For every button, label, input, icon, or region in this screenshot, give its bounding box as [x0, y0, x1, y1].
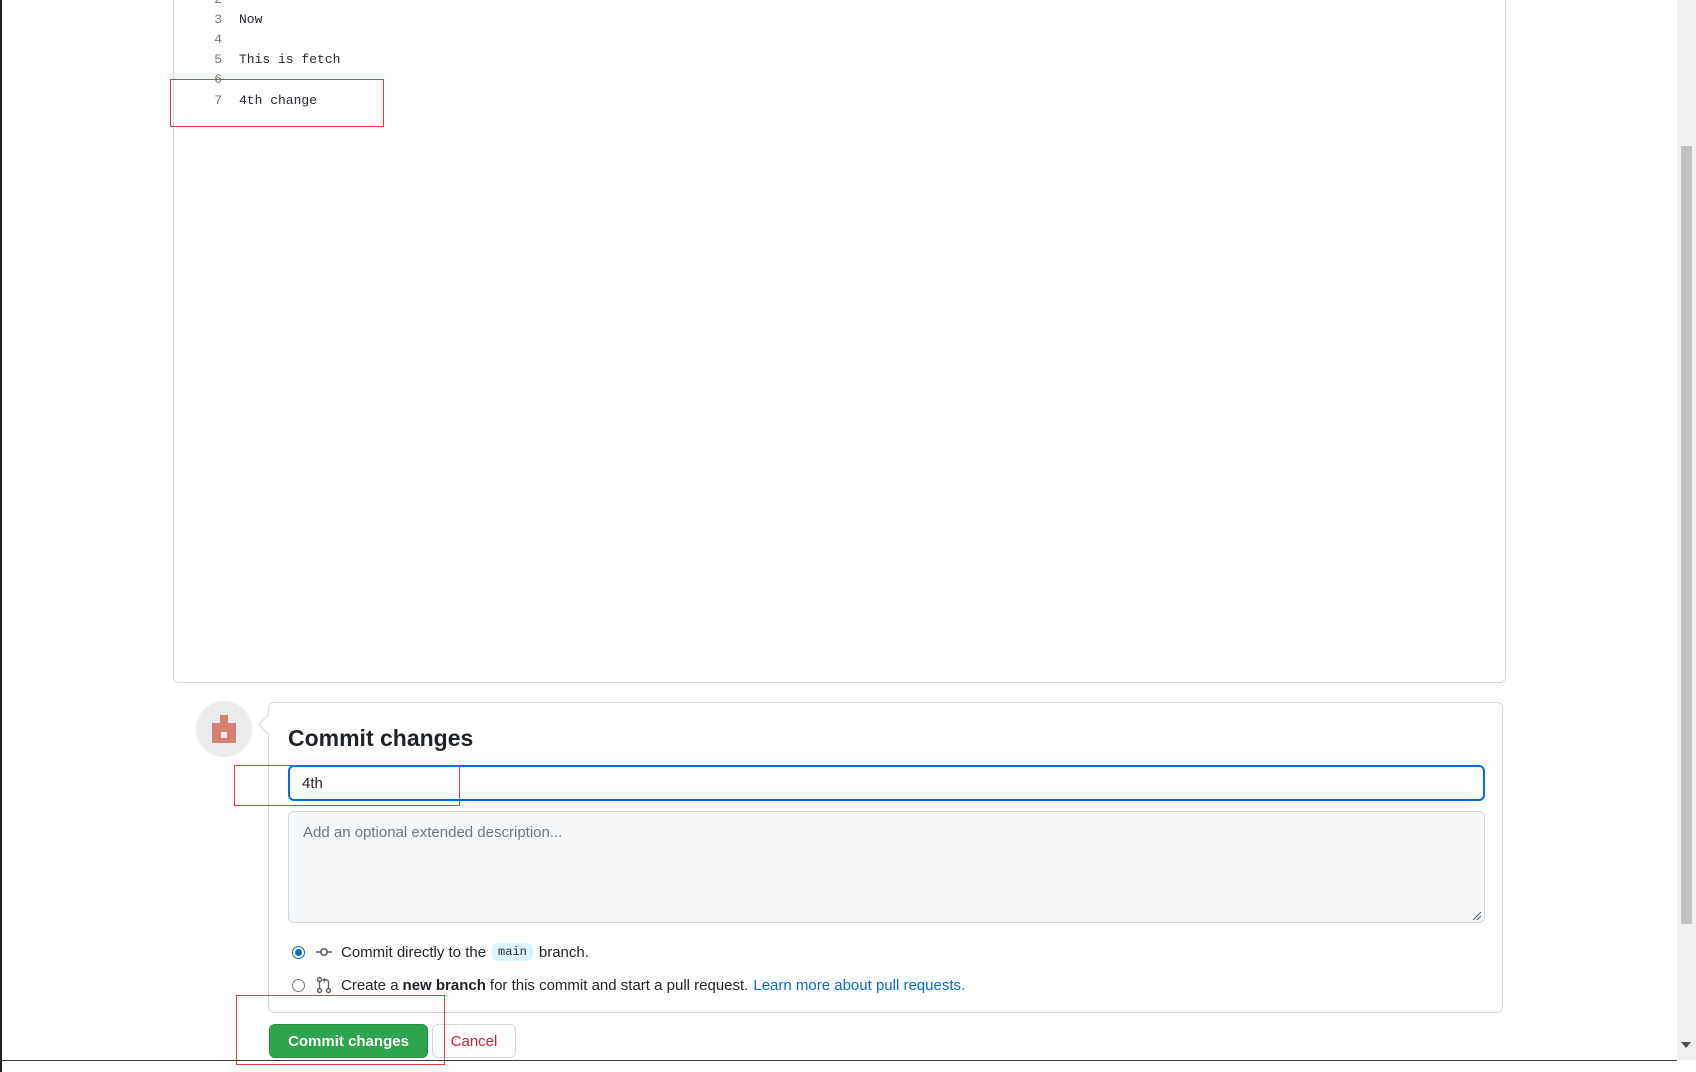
- commit-changes-button[interactable]: Commit changes: [269, 1024, 428, 1058]
- commit-panel: Commit changes Commit directly to the ma…: [268, 702, 1503, 1013]
- line-number: 7: [214, 93, 222, 108]
- code-line: 4: [174, 30, 1505, 50]
- new-branch-option[interactable]: Create a new branch for this commit and …: [292, 974, 965, 996]
- commit-description-textarea[interactable]: [288, 811, 1485, 923]
- git-commit-icon: [316, 948, 332, 957]
- commit-direct-label-end: branch.: [538, 943, 589, 961]
- commit-title: Commit changes: [288, 725, 474, 751]
- commit-direct-label: Commit directly to the: [341, 943, 487, 961]
- line-number: 3: [214, 12, 222, 27]
- window-bottom-edge: [0, 1060, 1677, 1061]
- vertical-scrollbar[interactable]: [1677, 0, 1696, 1060]
- code-line: 7 4th change: [174, 91, 1505, 111]
- code-line: 6: [174, 70, 1505, 90]
- line-content: Now: [239, 12, 263, 27]
- scroll-down-arrow-icon[interactable]: [1681, 1042, 1691, 1048]
- code-line: 2: [174, 0, 1505, 10]
- line-content: This is fetch: [239, 52, 341, 67]
- scrollbar-thumb[interactable]: [1681, 146, 1692, 924]
- commit-message-input[interactable]: [288, 765, 1485, 801]
- resize-grip-icon[interactable]: [1472, 911, 1482, 921]
- window-left-edge: [0, 0, 2, 1072]
- avatar: [196, 701, 252, 757]
- learn-more-pull-requests-link[interactable]: Learn more about pull requests.: [753, 977, 965, 994]
- line-number: 6: [214, 72, 222, 87]
- avatar-identicon-icon: [196, 701, 252, 757]
- line-number: 4: [214, 32, 222, 47]
- commit-direct-radio[interactable]: [292, 945, 305, 959]
- code-line: 3 Now: [174, 10, 1505, 30]
- git-pull-request-icon: [316, 976, 332, 994]
- cancel-button[interactable]: Cancel: [432, 1024, 516, 1058]
- line-number: 2: [190, 0, 222, 10]
- commit-direct-option[interactable]: Commit directly to the main branch.: [292, 941, 589, 963]
- new-branch-label-start: Create a: [341, 976, 399, 994]
- new-branch-radio[interactable]: [292, 978, 305, 992]
- line-content: 4th change: [239, 93, 318, 108]
- code-line: 5 This is fetch: [174, 50, 1505, 70]
- new-branch-label-bold: new branch: [402, 976, 486, 994]
- code-editor[interactable]: 2 3 Now 4 5 This is fetch 6 7 4th change: [173, 0, 1506, 683]
- new-branch-label-end: for this commit and start a pull request…: [489, 976, 749, 994]
- branch-name-chip: main: [492, 943, 533, 961]
- line-number: 5: [214, 52, 222, 67]
